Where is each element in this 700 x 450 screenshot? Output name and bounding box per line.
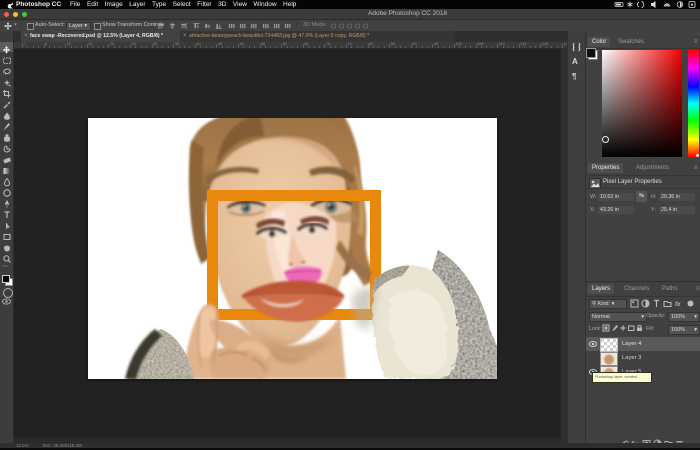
svg-text:fx: fx [675, 302, 681, 308]
